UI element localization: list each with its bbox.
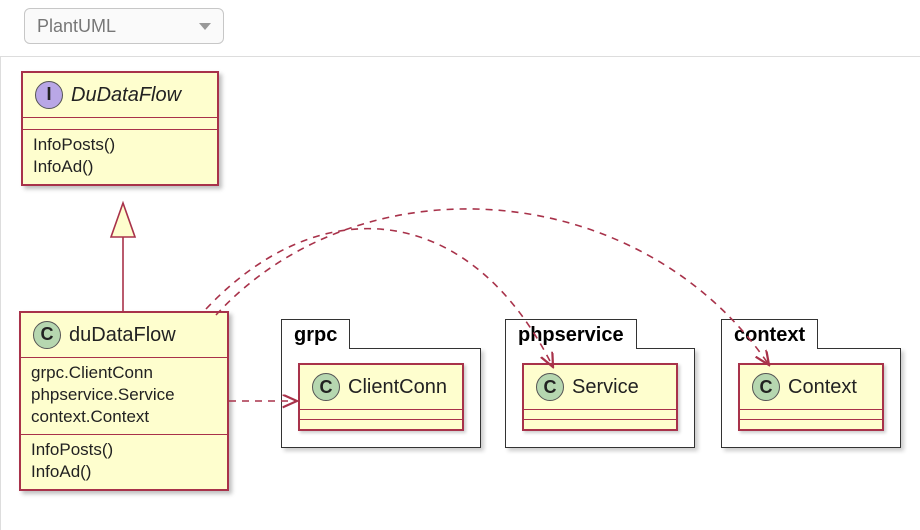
class-dudataflow[interactable]: C duDataFlow grpc.ClientConn phpservice.…	[19, 311, 229, 491]
class-icon: C	[312, 373, 340, 401]
interface-methods: InfoPosts() InfoAd()	[23, 129, 217, 184]
method: InfoPosts()	[33, 134, 207, 156]
diagram-type-value: PlantUML	[37, 16, 116, 37]
class-name: ClientConn	[348, 376, 447, 399]
class-icon: C	[536, 373, 564, 401]
package-label: phpservice	[505, 319, 637, 349]
method: InfoAd()	[31, 461, 217, 483]
package-context[interactable]: context C Context	[721, 319, 901, 448]
class-name: duDataFlow	[69, 322, 176, 348]
interface-icon: I	[35, 81, 63, 109]
field: phpservice.Service	[31, 384, 217, 406]
package-grpc[interactable]: grpc C ClientConn	[281, 319, 481, 448]
class-name: Context	[788, 376, 857, 399]
relation-realization	[111, 203, 135, 311]
interface-name: DuDataFlow	[71, 82, 181, 108]
field: grpc.ClientConn	[31, 362, 217, 384]
class-fields: grpc.ClientConn phpservice.Service conte…	[21, 357, 227, 434]
diagram-canvas: I DuDataFlow InfoPosts() InfoAd() C duDa…	[0, 56, 920, 530]
class-clientconn[interactable]: C ClientConn	[298, 363, 464, 431]
field: context.Context	[31, 406, 217, 428]
package-label: grpc	[281, 319, 350, 349]
class-icon: C	[752, 373, 780, 401]
method: InfoPosts()	[31, 439, 217, 461]
chevron-down-icon	[199, 23, 211, 30]
class-context[interactable]: C Context	[738, 363, 884, 431]
diagram-type-select[interactable]: PlantUML	[24, 8, 224, 44]
package-phpservice[interactable]: phpservice C Service	[505, 319, 695, 448]
package-label: context	[721, 319, 818, 349]
class-methods: InfoPosts() InfoAd()	[21, 434, 227, 489]
class-name: Service	[572, 376, 639, 399]
class-icon: C	[33, 321, 61, 349]
class-service[interactable]: C Service	[522, 363, 678, 431]
interface-dudataflow[interactable]: I DuDataFlow InfoPosts() InfoAd()	[21, 71, 219, 186]
method: InfoAd()	[33, 156, 207, 178]
